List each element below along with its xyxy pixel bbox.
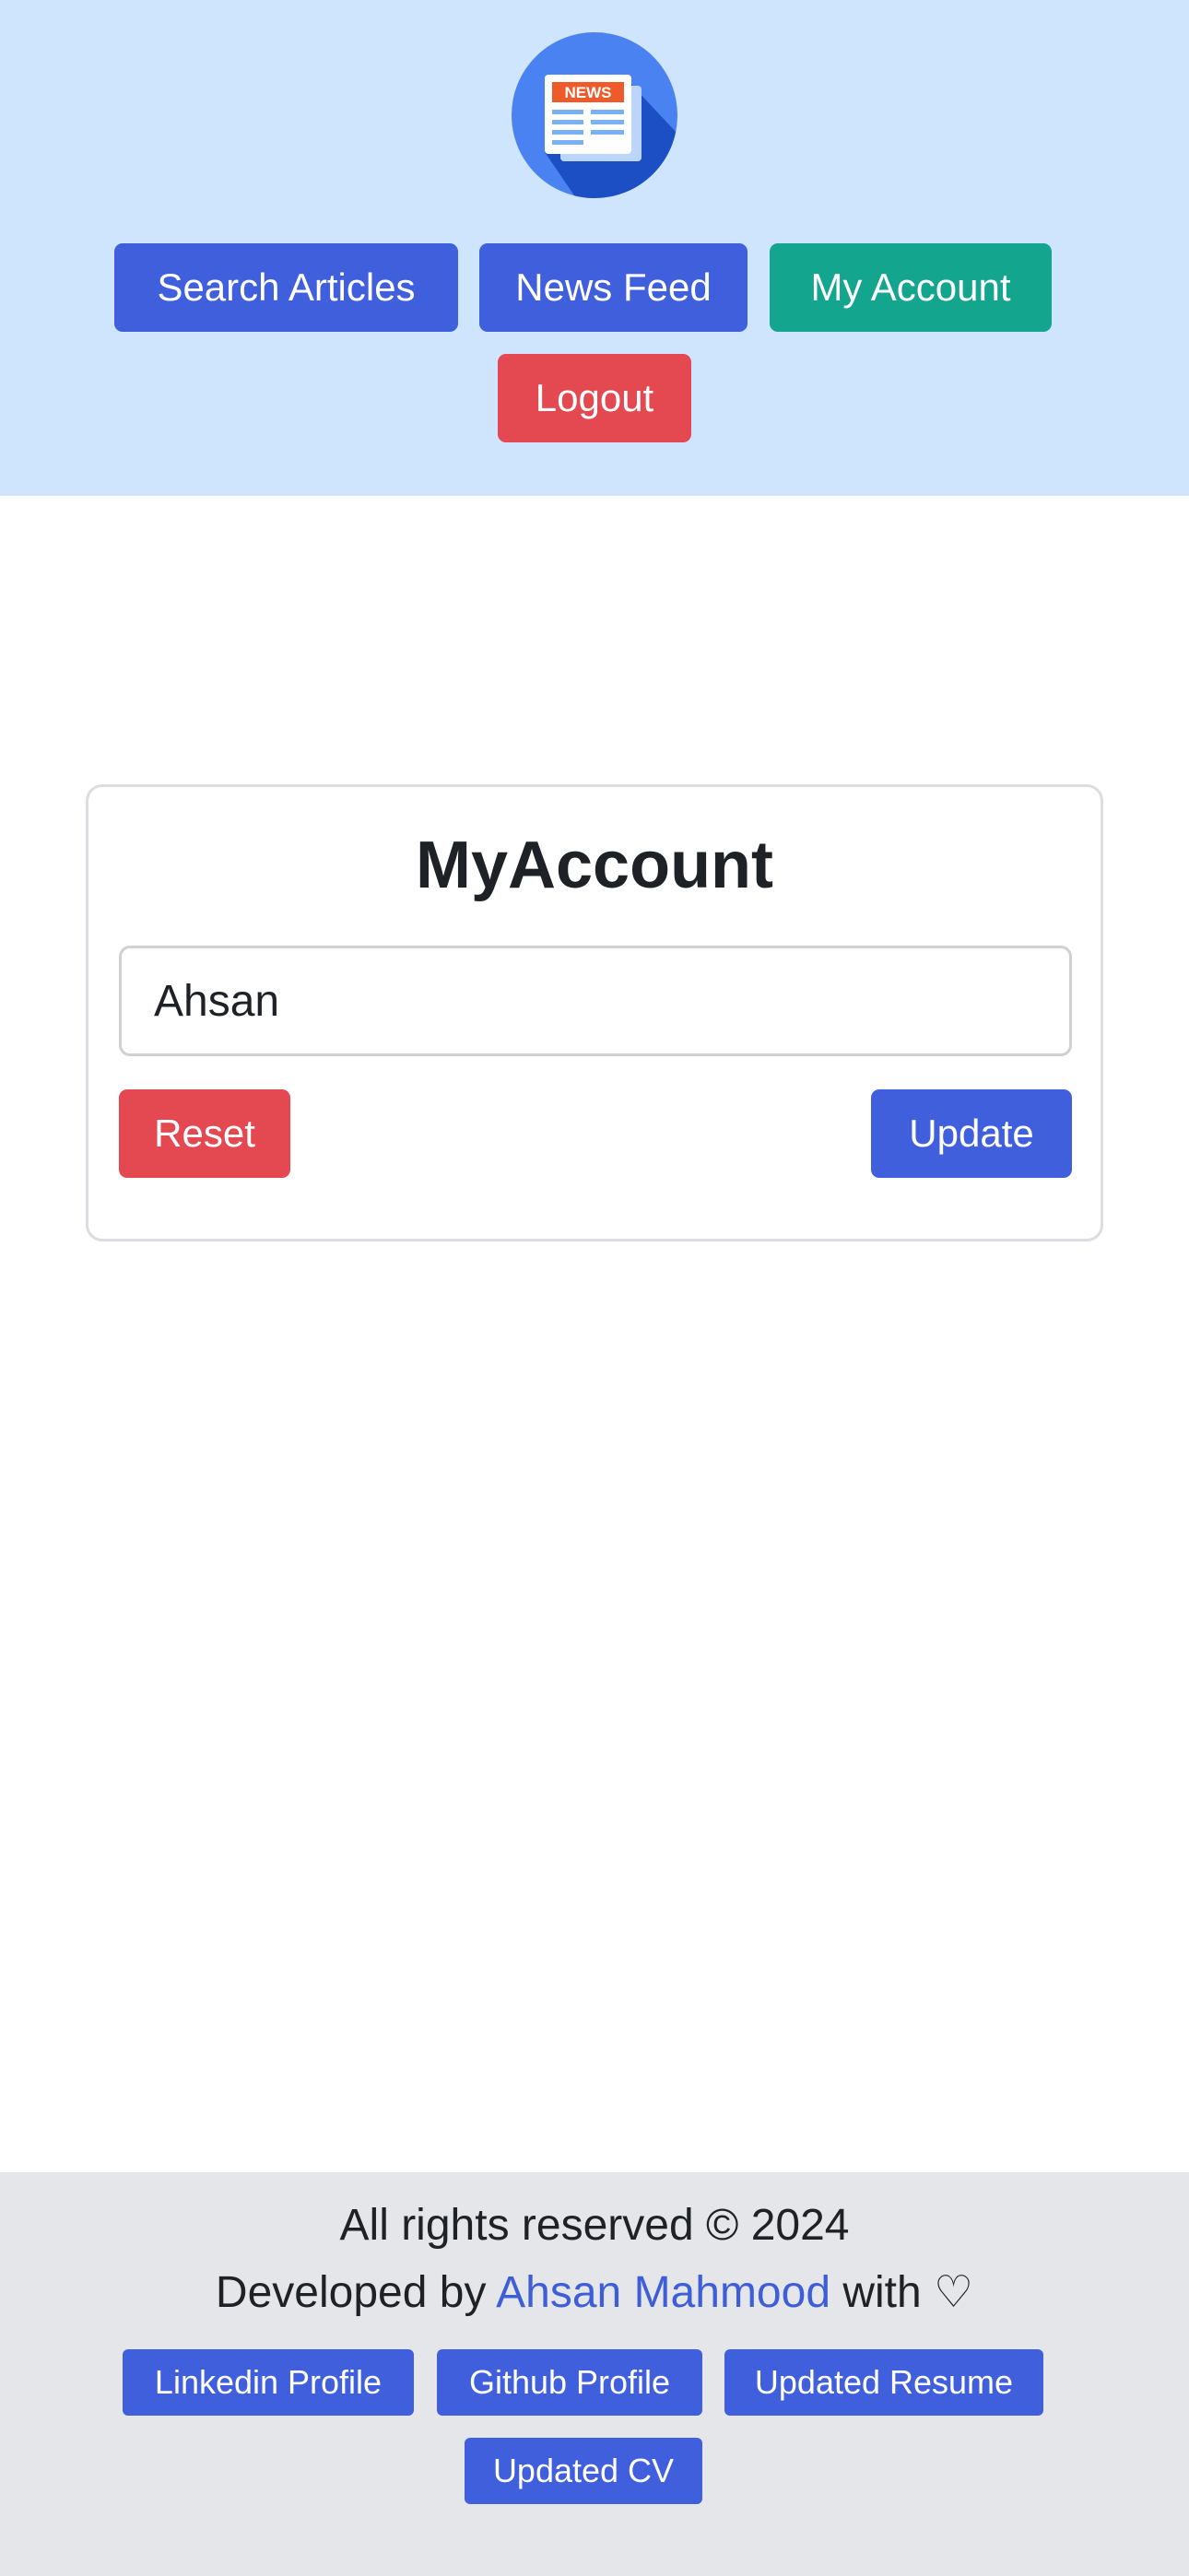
footer: All rights reserved © 2024 Developed by … xyxy=(0,2172,1189,2576)
page-title: MyAccount xyxy=(415,829,774,902)
header: NEWS Search Articles News Feed My Accoun… xyxy=(0,0,1189,496)
developed-with-label: with ♡ xyxy=(830,2268,974,2317)
linkedin-profile-button[interactable]: Linkedin Profile xyxy=(123,2349,414,2416)
developer-credit: Developed by Ahsan Mahmood with ♡ xyxy=(0,2266,1189,2318)
my-account-button[interactable]: My Account xyxy=(770,243,1052,332)
developer-name-link[interactable]: Ahsan Mahmood xyxy=(496,2268,830,2317)
copyright-text: All rights reserved © 2024 xyxy=(339,2201,850,2250)
github-profile-button[interactable]: Github Profile xyxy=(437,2349,702,2416)
news-logo-icon[interactable]: NEWS xyxy=(512,32,677,198)
svg-text:NEWS: NEWS xyxy=(565,84,612,101)
search-articles-button[interactable]: Search Articles xyxy=(114,243,458,332)
name-input[interactable] xyxy=(119,946,1072,1056)
update-button[interactable]: Update xyxy=(871,1089,1072,1178)
updated-resume-button[interactable]: Updated Resume xyxy=(724,2349,1043,2416)
news-feed-button[interactable]: News Feed xyxy=(479,243,748,332)
account-card: MyAccount Reset Update xyxy=(86,784,1103,1241)
updated-cv-button[interactable]: Updated CV xyxy=(465,2438,702,2504)
reset-button[interactable]: Reset xyxy=(119,1089,290,1178)
logout-button[interactable]: Logout xyxy=(498,354,691,442)
developed-by-label: Developed by xyxy=(215,2268,497,2317)
